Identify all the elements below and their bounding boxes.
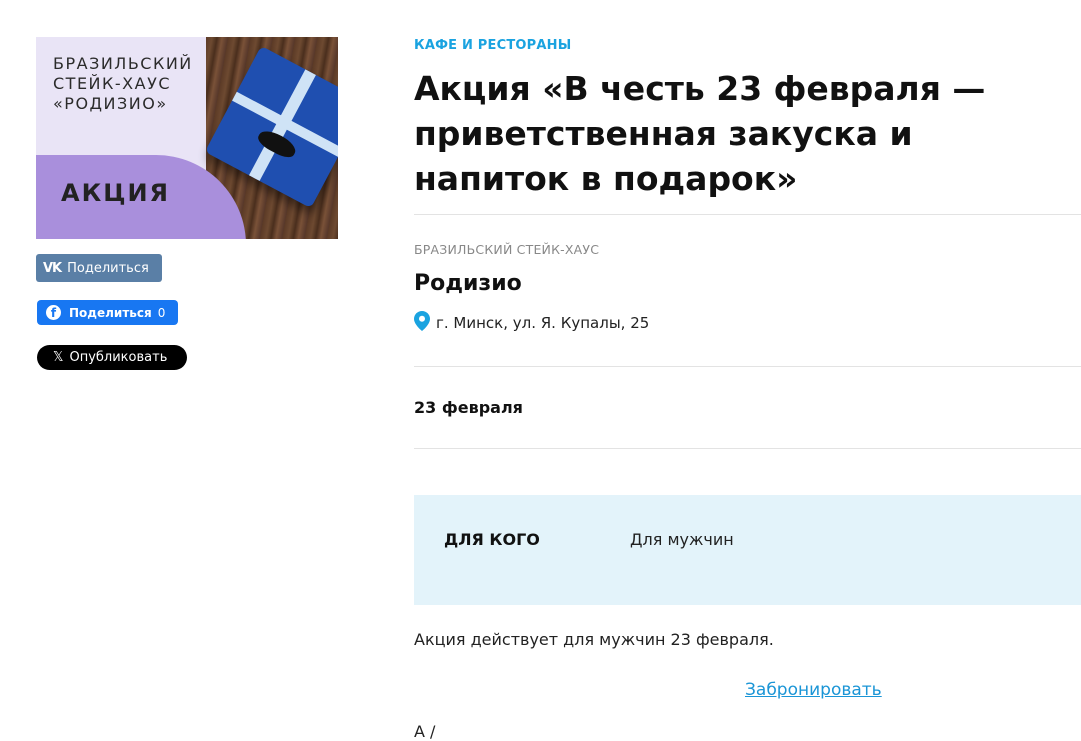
promo-title: БРАЗИЛЬСКИЙ СТЕЙК-ХАУС «РОДИЗИО» bbox=[53, 54, 193, 113]
x-post-label: Опубликовать bbox=[69, 350, 168, 365]
page-title: Акция «В честь 23 февраля — приветственн… bbox=[414, 69, 986, 198]
description-text: Акция действует для мужчин 23 февраля. bbox=[414, 630, 774, 649]
x-icon: 𝕏 bbox=[53, 350, 64, 365]
promo-image: БРАЗИЛЬСКИЙ СТЕЙК-ХАУС «РОДИЗИО» АКЦИЯ bbox=[36, 37, 338, 239]
vk-share-label: Поделиться bbox=[67, 260, 149, 276]
facebook-icon: f bbox=[46, 305, 61, 320]
map-pin-icon bbox=[414, 311, 430, 335]
vk-share-button[interactable]: VK Поделиться bbox=[36, 254, 162, 282]
event-date: 23 февраля bbox=[414, 398, 523, 417]
book-link[interactable]: Забронировать bbox=[745, 680, 882, 700]
promo-badge: АКЦИЯ bbox=[61, 179, 171, 207]
divider bbox=[414, 448, 1081, 449]
truncated-text: А / bbox=[414, 722, 436, 741]
venue-type: БРАЗИЛЬСКИЙ СТЕЙК-ХАУС bbox=[414, 242, 600, 257]
audience-panel: ДЛЯ КОГО Для мужчин bbox=[414, 495, 1081, 605]
x-post-button[interactable]: 𝕏 Опубликовать bbox=[37, 345, 187, 370]
facebook-share-label: Поделиться bbox=[69, 305, 152, 320]
venue-address: г. Минск, ул. Я. Купалы, 25 bbox=[414, 311, 649, 335]
venue-name[interactable]: Родизио bbox=[414, 271, 522, 296]
facebook-share-count: 0 bbox=[157, 305, 166, 320]
address-text: г. Минск, ул. Я. Купалы, 25 bbox=[436, 314, 650, 332]
facebook-share-button[interactable]: f Поделиться 0 bbox=[37, 300, 178, 325]
category-link[interactable]: КАФЕ И РЕСТОРАНЫ bbox=[414, 38, 571, 53]
vk-icon: VK bbox=[43, 260, 62, 276]
audience-value: Для мужчин bbox=[630, 530, 734, 549]
divider bbox=[414, 214, 1081, 215]
divider bbox=[414, 366, 1081, 367]
audience-label: ДЛЯ КОГО bbox=[444, 530, 540, 549]
